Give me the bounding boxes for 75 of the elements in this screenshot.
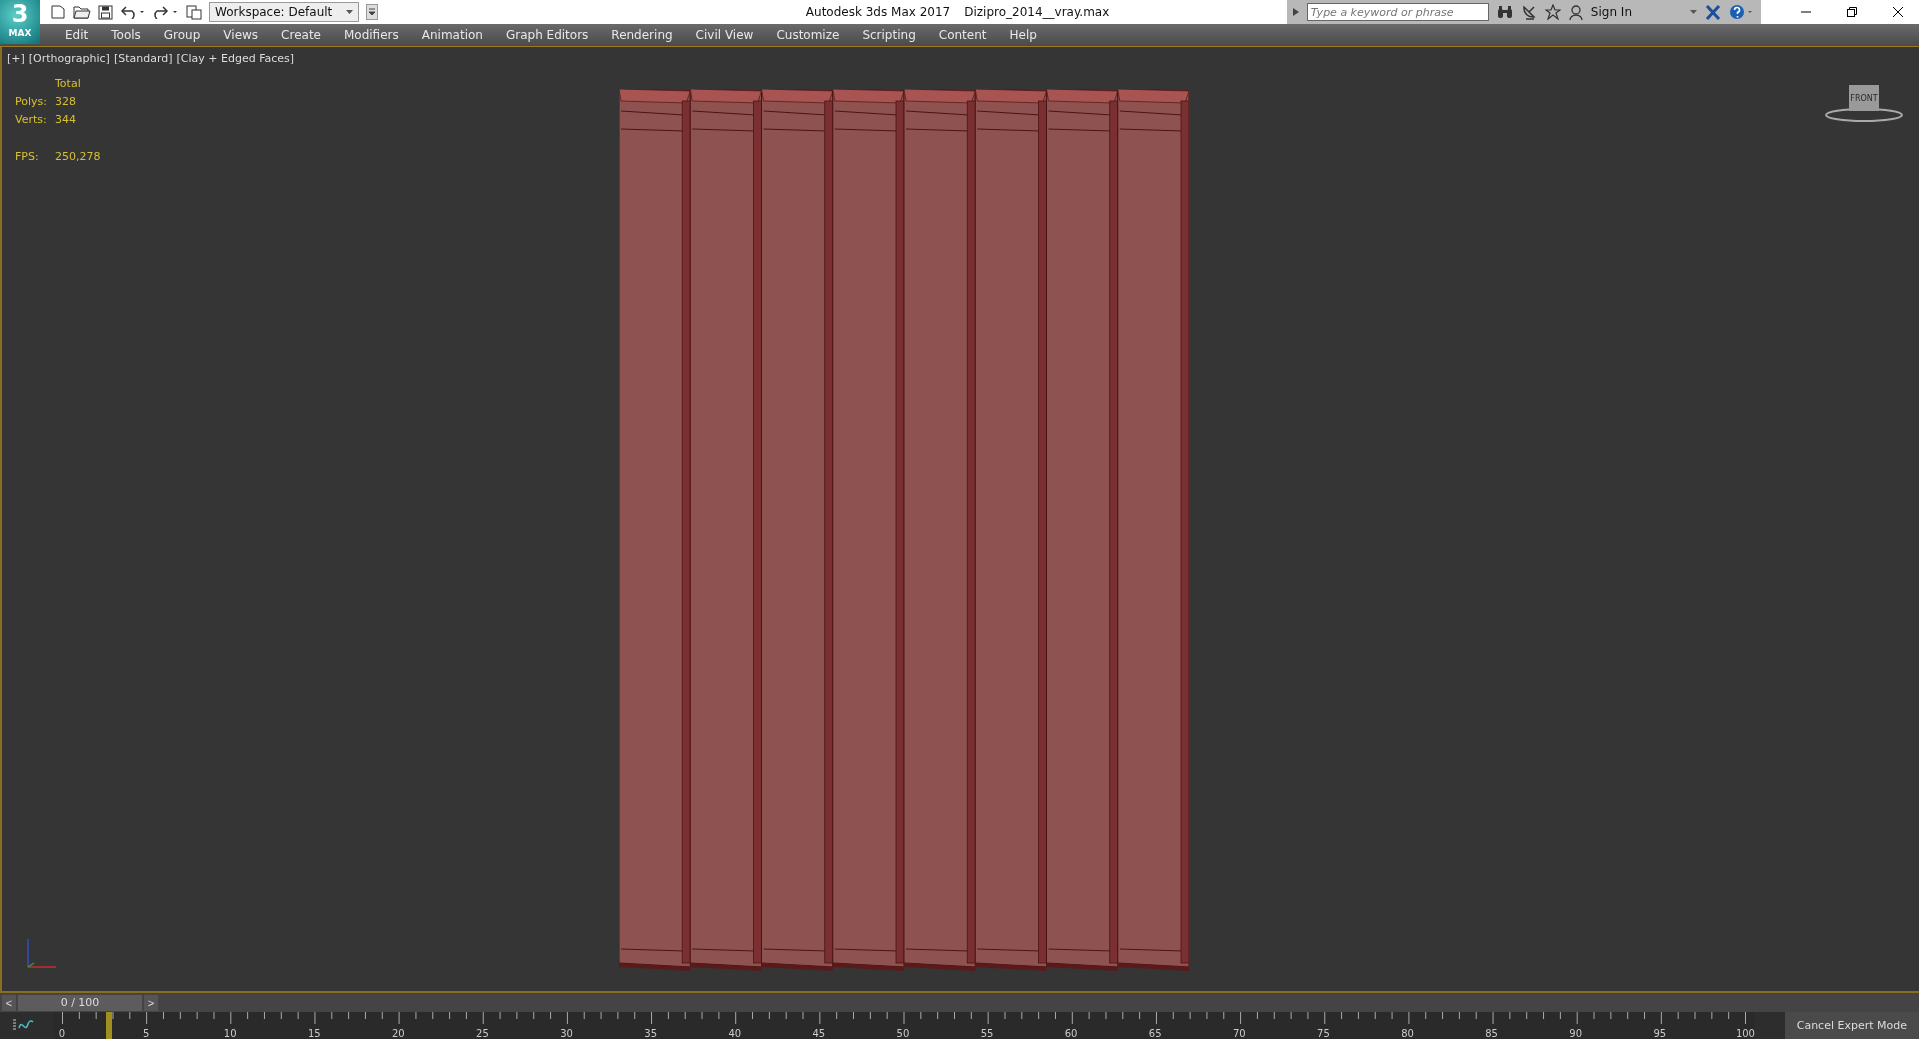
- redo-icon[interactable]: [153, 5, 179, 19]
- dropdown-arrow-icon[interactable]: [1690, 10, 1697, 14]
- viewport-label[interactable]: [Standard]: [113, 52, 173, 65]
- stat-value: 344: [55, 113, 77, 126]
- menu-item[interactable]: Create: [270, 28, 333, 42]
- satellite-dish-icon[interactable]: [1520, 4, 1537, 20]
- close-icon[interactable]: [1893, 7, 1903, 17]
- tick-label: 90: [1568, 1028, 1584, 1039]
- menu-item[interactable]: Help: [998, 28, 1049, 42]
- exchange-x-icon[interactable]: [1705, 4, 1721, 20]
- menu-item[interactable]: Rendering: [600, 28, 685, 42]
- tick-label: 60: [1063, 1028, 1079, 1039]
- menu-item[interactable]: Graph Editors: [494, 28, 601, 42]
- fps-value: 250,278: [55, 150, 102, 163]
- stat-label: Verts:: [15, 113, 48, 126]
- expand-arrow-icon[interactable]: [1292, 8, 1299, 16]
- tick-label: 35: [643, 1028, 658, 1039]
- restore-icon[interactable]: [1847, 7, 1857, 17]
- tick-label: 55: [979, 1028, 995, 1039]
- menu-item[interactable]: Group: [152, 28, 213, 42]
- binoculars-icon[interactable]: [1496, 5, 1513, 19]
- tick-label: 70: [1231, 1028, 1247, 1039]
- tick-label: 85: [1484, 1028, 1499, 1039]
- tick-label: 15: [306, 1028, 322, 1039]
- curve-editor-icon[interactable]: [12, 1018, 34, 1032]
- time-slider-thumb[interactable]: 0 / 100: [18, 994, 142, 1011]
- user-icon[interactable]: [1568, 4, 1583, 20]
- menu-item[interactable]: Animation: [410, 28, 495, 42]
- menu-item[interactable]: Modifiers: [332, 28, 411, 42]
- search-field[interactable]: Type a keyword or phrase: [1306, 3, 1489, 21]
- fps-label: FPS:: [15, 150, 40, 163]
- menu-item[interactable]: Scripting: [851, 28, 928, 42]
- viewcube[interactable]: FRONT: [1849, 85, 1879, 111]
- menu-item[interactable]: Edit: [54, 28, 101, 42]
- workspace-dropdown[interactable]: Workspace: Default: [209, 2, 360, 22]
- cancel-expert-mode-button[interactable]: Cancel Expert Mode: [1784, 1012, 1919, 1039]
- viewport-label[interactable]: [Clay + Edged Faces]: [176, 52, 295, 65]
- folder-icon[interactable]: [73, 5, 91, 19]
- tick-label: 5: [141, 1028, 151, 1039]
- undo-icon[interactable]: [120, 5, 146, 19]
- tick-label: 65: [1147, 1028, 1163, 1039]
- tick-label: 75: [1316, 1028, 1331, 1039]
- stat-label: Polys:: [15, 95, 48, 108]
- stats-header: Total: [55, 77, 82, 90]
- new-file-icon[interactable]: [50, 5, 66, 19]
- tick-label: 100: [1735, 1028, 1752, 1039]
- file-name: Dizipro_2014__vray.max: [964, 5, 1110, 19]
- tick-label: 25: [475, 1028, 490, 1039]
- sign-in-link[interactable]: Sign In: [1590, 5, 1632, 19]
- viewport-label[interactable]: [Orthographic]: [28, 52, 110, 65]
- window-title: Autodesk 3ds Max 2017: [805, 5, 951, 19]
- tick-label: 10: [222, 1028, 238, 1039]
- tick-label: 45: [811, 1028, 827, 1039]
- tick-label: 95: [1652, 1028, 1668, 1039]
- menu-item[interactable]: Customize: [765, 28, 852, 42]
- tick-label: 30: [559, 1028, 574, 1039]
- customize-toolbar-icon[interactable]: [366, 4, 379, 20]
- menu-item[interactable]: Views: [212, 28, 271, 42]
- menu-item[interactable]: Tools: [100, 28, 153, 42]
- stat-value: 328: [55, 95, 77, 108]
- previous-frame-button[interactable]: <: [2, 994, 16, 1011]
- tick-label: 40: [727, 1028, 743, 1039]
- tick-label: 20: [391, 1028, 406, 1039]
- viewport-label[interactable]: [+]: [7, 52, 25, 65]
- help-icon[interactable]: [1729, 4, 1755, 20]
- menu-item[interactable]: Content: [927, 28, 999, 42]
- caret-icon: [346, 10, 354, 14]
- tick-label: 50: [895, 1028, 911, 1039]
- save-icon[interactable]: [98, 4, 113, 20]
- star-icon[interactable]: [1544, 4, 1561, 20]
- tick-label: 0: [57, 1028, 67, 1039]
- app-logo[interactable]: 3 MAX: [0, 0, 40, 44]
- next-frame-button[interactable]: >: [144, 994, 158, 1011]
- tick-label: 80: [1400, 1028, 1415, 1039]
- menu-item[interactable]: Civil View: [684, 28, 766, 42]
